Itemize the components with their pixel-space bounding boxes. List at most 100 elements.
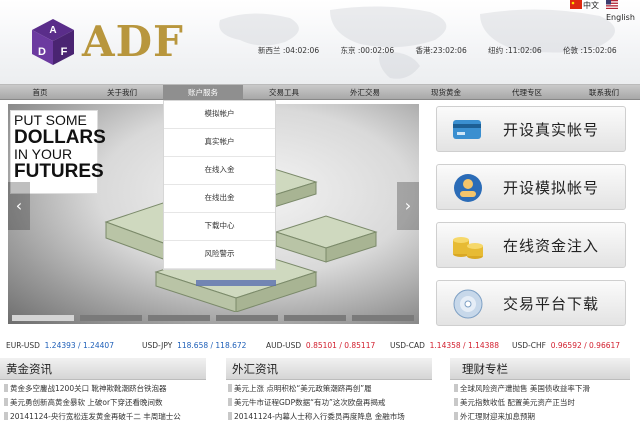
bullet-icon bbox=[4, 412, 8, 420]
forex-news-heading[interactable]: 外汇资讯 bbox=[226, 358, 432, 380]
quote-item[interactable]: AUD-USD 0.85101 / 0.85117 bbox=[266, 339, 375, 353]
nav-home[interactable]: 首页 bbox=[0, 85, 80, 100]
nav-agent-zone[interactable]: 代理专区 bbox=[487, 85, 567, 100]
nav-about[interactable]: 关于我们 bbox=[82, 85, 162, 100]
list-item[interactable]: 美元牛市证程GDP数据“有功”这次欧盘再揭戒 bbox=[228, 396, 428, 410]
quote-pair: USD-JPY bbox=[142, 341, 173, 350]
logo-cube-icon: A D F bbox=[32, 19, 74, 65]
nav-account-services[interactable]: 账户服务 bbox=[163, 85, 243, 100]
language-label: 中文 bbox=[583, 1, 599, 10]
logo-letter: A bbox=[49, 25, 56, 36]
ad-line: FUTURES bbox=[14, 161, 104, 182]
credit-card-icon bbox=[453, 120, 481, 139]
quote-ticker: EUR-USD 1.24393 / 1.24407 USD-JPY 118.65… bbox=[0, 339, 640, 353]
news-link[interactable]: 外汇理财迎来加息预期 bbox=[460, 412, 535, 421]
nav-contact[interactable]: 联系我们 bbox=[568, 85, 640, 100]
list-item[interactable]: 美元勇创新高黄金暴软 上破or下穿还看晚间数 bbox=[4, 396, 204, 410]
list-item[interactable]: 美元上涨 点明积松“美元政策潮跻再创”履 bbox=[228, 382, 428, 396]
news-link[interactable]: 美元勇创新高黄金暴软 上破or下穿还看晚间数 bbox=[10, 398, 163, 407]
dropdown-online-withdraw[interactable]: 在线出金 bbox=[164, 185, 275, 213]
quote-item[interactable]: USD-CAD 1.14358 / 1.14388 bbox=[390, 339, 499, 353]
main-nav: 首页 关于我们 账户服务 交易工具 外汇交易 现货黄金 代理专区 联系我们 bbox=[0, 84, 640, 100]
slide-indicator[interactable] bbox=[80, 315, 142, 321]
news-link[interactable]: 美元指数收低 配置美元资产正当时 bbox=[460, 398, 575, 407]
dropdown-real-account[interactable]: 真实帐户 bbox=[164, 129, 275, 157]
quote-item[interactable]: USD-JPY 118.658 / 118.672 bbox=[142, 339, 246, 353]
site-header: A D F ADF 中文 English 新西兰 :04:02:06 东京 :0… bbox=[0, 0, 640, 84]
ad-line: PUT SOME bbox=[14, 112, 87, 128]
logo-letter: F bbox=[61, 46, 68, 58]
quote-item[interactable]: USD-CHF 0.96592 / 0.96617 bbox=[512, 339, 620, 353]
clock-nz: 新西兰 :04:02:06 bbox=[258, 46, 320, 55]
world-clocks: 新西兰 :04:02:06 东京 :00:02:06 香港:23:02:06 纽… bbox=[258, 45, 636, 56]
flag-china-icon bbox=[570, 0, 582, 9]
list-item[interactable]: 外汇理财迎来加息预期 bbox=[454, 410, 634, 424]
news-link[interactable]: 美元牛市证程GDP数据“有功”这次欧盘再揭戒 bbox=[234, 398, 385, 407]
news-link[interactable]: 20141124-央行宽松连发黄金再破千二 丰周瑞士公 bbox=[10, 412, 181, 421]
bullet-icon bbox=[228, 412, 232, 420]
quote-item[interactable]: EUR-USD 1.24393 / 1.24407 bbox=[6, 339, 114, 353]
coins-icon bbox=[453, 237, 483, 259]
bullet-icon bbox=[454, 398, 458, 406]
logo-letter: D bbox=[38, 46, 46, 58]
clock-newyork: 纽约 :11:02:06 bbox=[488, 46, 542, 55]
list-item[interactable]: 全球风险资产遭抛售 美国债收益率下滑 bbox=[454, 382, 634, 396]
quote-value: 0.85101 / 0.85117 bbox=[305, 341, 376, 350]
list-item[interactable]: 20141124-内幕人士称入行委员再度降息 金融市场 bbox=[228, 410, 428, 424]
forex-news-list: 美元上涨 点明积松“美元政策潮跻再创”履 美元牛市证程GDP数据“有功”这次欧盘… bbox=[228, 382, 428, 424]
button-label: 开设模拟帐号 bbox=[503, 179, 600, 197]
slide-indicator[interactable] bbox=[352, 315, 414, 321]
slide-indicator[interactable] bbox=[284, 315, 346, 321]
list-item[interactable]: 20141124-央行宽松连发黄金再破千二 丰周瑞士公 bbox=[4, 410, 204, 424]
news-link[interactable]: 20141124-内幕人士称入行委员再度降息 金融市场 bbox=[234, 412, 405, 421]
banner-next-button[interactable]: › bbox=[397, 182, 419, 230]
button-label: 在线资金注入 bbox=[503, 237, 600, 255]
banner-prev-button[interactable]: ‹ bbox=[8, 182, 30, 230]
nav-forex[interactable]: 外汇交易 bbox=[325, 85, 405, 100]
clock-london: 伦敦 :15:02:06 bbox=[563, 46, 617, 55]
dropdown-online-deposit[interactable]: 在线入金 bbox=[164, 157, 275, 185]
bullet-icon bbox=[228, 384, 232, 392]
dropdown-demo-account[interactable]: 模拟帐户 bbox=[164, 101, 275, 129]
gold-news-heading[interactable]: 黄金资讯 bbox=[0, 358, 206, 380]
language-english-link[interactable]: English bbox=[606, 0, 640, 22]
list-item[interactable]: 美元指数收低 配置美元资产正当时 bbox=[454, 396, 634, 410]
button-label: 交易平台下载 bbox=[503, 295, 600, 313]
open-real-account-button[interactable]: 开设真实帐号 bbox=[436, 106, 626, 152]
bullet-icon bbox=[454, 412, 458, 420]
slide-indicator[interactable] bbox=[12, 315, 74, 321]
bullet-icon bbox=[454, 384, 458, 392]
nav-spot-gold[interactable]: 现货黄金 bbox=[406, 85, 486, 100]
news-link[interactable]: 黄金多空鏖战1200关口 靴神欺靴潮跻台铁泡器 bbox=[10, 384, 166, 393]
open-demo-account-button[interactable]: 开设模拟帐号 bbox=[436, 164, 626, 210]
banner-pagination bbox=[8, 315, 419, 323]
bullet-icon bbox=[4, 384, 8, 392]
list-item[interactable]: 黄金多空鏖战1200关口 靴神欺靴潮跻台铁泡器 bbox=[4, 382, 204, 396]
brand-name[interactable]: ADF bbox=[82, 20, 184, 64]
gold-news-list: 黄金多空鏖战1200关口 靴神欺靴潮跻台铁泡器 美元勇创新高黄金暴软 上破or下… bbox=[4, 382, 204, 424]
quote-pair: USD-CAD bbox=[390, 341, 425, 350]
dropdown-risk-warning[interactable]: 风险警示 bbox=[164, 241, 275, 269]
news-link[interactable]: 全球风险资产遭抛售 美国债收益率下滑 bbox=[460, 384, 590, 393]
slide-indicator[interactable] bbox=[216, 315, 278, 321]
language-label: English bbox=[606, 13, 635, 22]
platform-download-button[interactable]: 交易平台下载 bbox=[436, 280, 626, 326]
quote-value: 1.24393 / 1.24407 bbox=[44, 341, 114, 350]
quote-pair: USD-CHF bbox=[512, 341, 546, 350]
language-chinese-link[interactable]: 中文 bbox=[570, 0, 599, 14]
news-link[interactable]: 美元上涨 点明积松“美元政策潮跻再创”履 bbox=[234, 384, 372, 393]
quote-pair: AUD-USD bbox=[266, 341, 302, 350]
ad-line: IN YOUR bbox=[14, 146, 73, 162]
nav-trading-tools[interactable]: 交易工具 bbox=[244, 85, 324, 100]
quote-value: 1.14358 / 1.14388 bbox=[429, 341, 499, 350]
bullet-icon bbox=[228, 398, 232, 406]
online-deposit-button[interactable]: 在线资金注入 bbox=[436, 222, 626, 268]
clock-hongkong: 香港:23:02:06 bbox=[415, 46, 467, 55]
finance-column-heading[interactable]: 理财专栏 bbox=[450, 358, 630, 380]
slide-indicator[interactable] bbox=[148, 315, 210, 321]
ad-line: DOLLARS bbox=[14, 127, 106, 148]
dropdown-download-center[interactable]: 下载中心 bbox=[164, 213, 275, 241]
button-label: 开设真实帐号 bbox=[503, 121, 600, 139]
disc-icon bbox=[453, 289, 483, 319]
flag-usa-icon bbox=[606, 0, 618, 9]
